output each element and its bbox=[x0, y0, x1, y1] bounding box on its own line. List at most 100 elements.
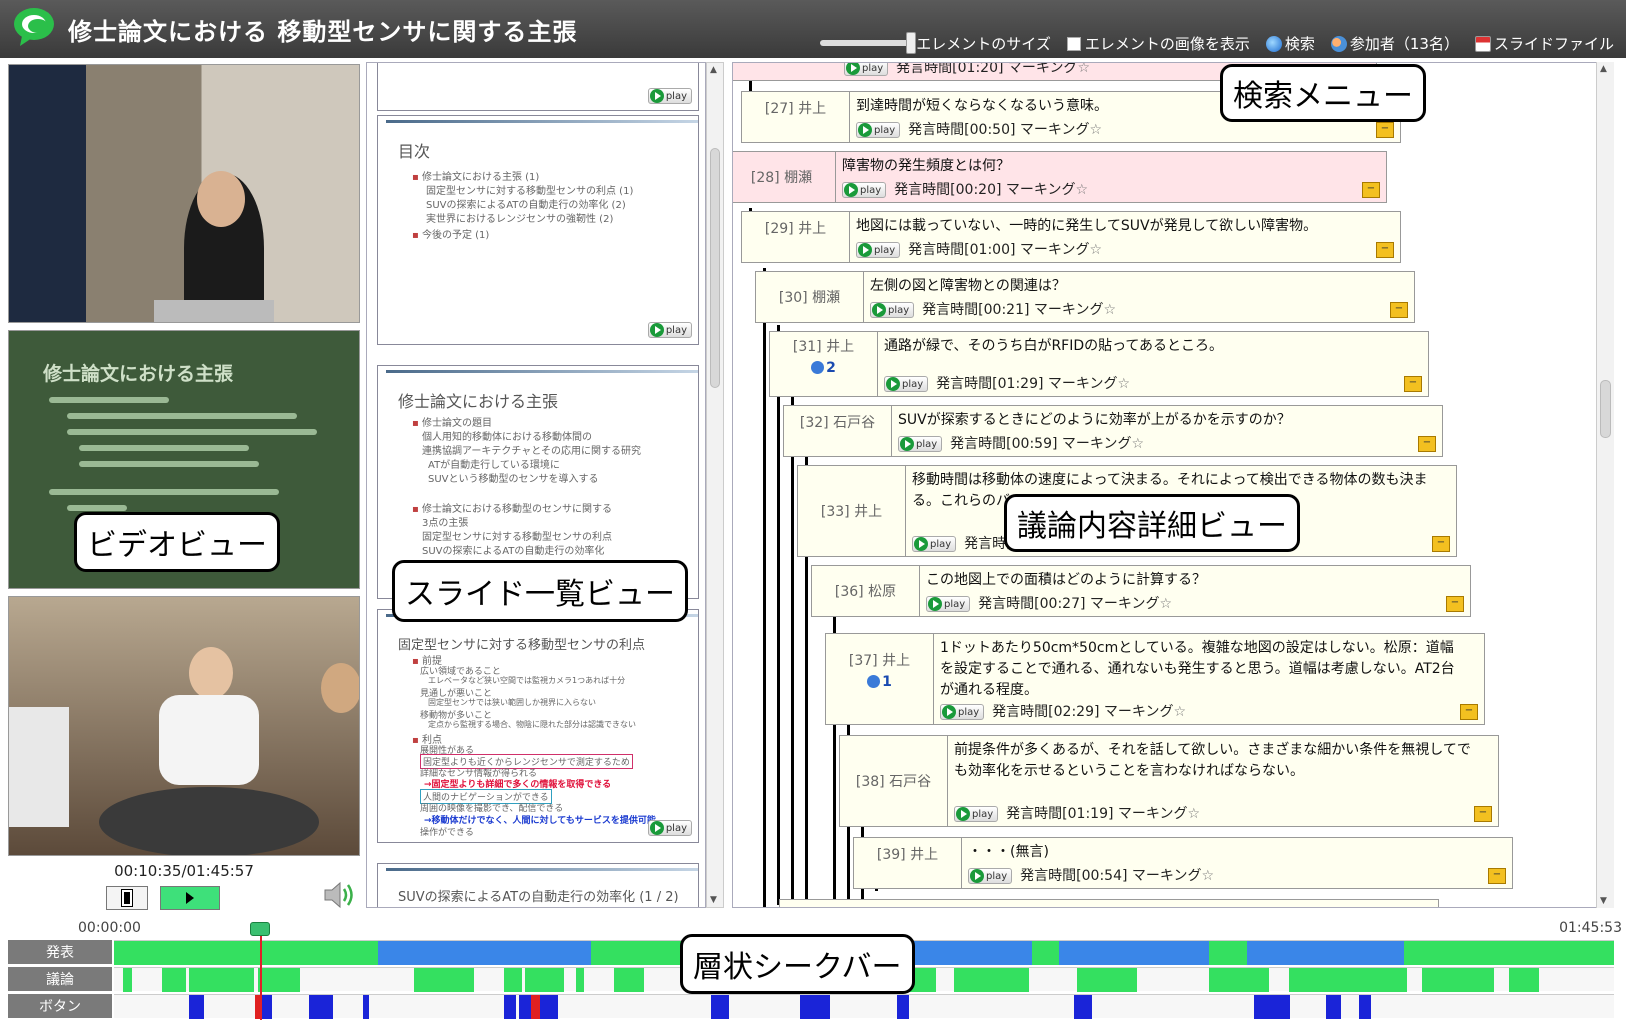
collapse-button[interactable]: − bbox=[1460, 704, 1478, 720]
seek-segment[interactable] bbox=[378, 941, 591, 965]
collapse-button[interactable]: − bbox=[1446, 596, 1464, 612]
star-icon[interactable]: ☆ bbox=[1188, 806, 1201, 822]
scroll-up-icon[interactable]: ▲ bbox=[1600, 64, 1607, 74]
star-icon[interactable]: ☆ bbox=[1118, 376, 1131, 392]
slider-thumb[interactable] bbox=[906, 32, 917, 54]
collapse-button[interactable]: − bbox=[1362, 182, 1380, 198]
collapse-button[interactable]: − bbox=[1474, 806, 1492, 822]
seek-segment[interactable] bbox=[189, 995, 204, 1019]
seek-segment[interactable] bbox=[531, 995, 540, 1019]
star-icon[interactable]: ☆ bbox=[1174, 704, 1187, 720]
entry-play-button[interactable]: play bbox=[912, 536, 957, 552]
slide-thumbnail[interactable]: 目次 修士論文における主張 (1) 固定型センサに対する移動型センサの利点 (1… bbox=[377, 115, 699, 345]
collapse-button[interactable]: − bbox=[1376, 242, 1394, 258]
seek-segment[interactable] bbox=[1422, 968, 1494, 992]
star-icon[interactable]: ☆ bbox=[1090, 242, 1103, 258]
collapse-button[interactable]: − bbox=[1404, 376, 1422, 392]
video-audience[interactable] bbox=[8, 596, 360, 856]
seek-track-button[interactable] bbox=[114, 994, 1614, 1019]
collapse-button[interactable]: − bbox=[1432, 536, 1450, 552]
seek-segment[interactable] bbox=[1032, 941, 1059, 965]
scroll-thumb[interactable] bbox=[1600, 380, 1611, 438]
discussion-entry[interactable]: [30] 棚瀬 左側の図と障害物との関連は？ play 発言時間[00:21] マ… bbox=[755, 271, 1415, 323]
entry-play-button[interactable]: play bbox=[844, 63, 889, 76]
seek-handle-icon[interactable] bbox=[249, 922, 270, 936]
entry-play-button[interactable]: play bbox=[856, 242, 901, 258]
seek-segment[interactable] bbox=[309, 995, 333, 1019]
seek-segment[interactable] bbox=[1059, 941, 1209, 965]
collapse-button[interactable]: − bbox=[1376, 122, 1394, 138]
seek-segment[interactable] bbox=[189, 968, 254, 992]
star-icon[interactable]: ☆ bbox=[1078, 63, 1091, 76]
scroll-down-icon[interactable]: ▼ bbox=[710, 895, 717, 905]
discussion-scrollbar[interactable]: ▲ ▼ bbox=[1596, 62, 1614, 908]
scroll-up-icon[interactable]: ▲ bbox=[710, 65, 717, 75]
seek-segment[interactable] bbox=[1209, 968, 1269, 992]
star-icon[interactable]: ☆ bbox=[1132, 436, 1145, 452]
seek-segment[interactable] bbox=[363, 995, 369, 1019]
collapse-button[interactable]: − bbox=[1488, 868, 1506, 884]
stop-button[interactable] bbox=[106, 886, 148, 910]
entry-play-button[interactable]: play bbox=[898, 436, 943, 452]
seek-segment[interactable] bbox=[1209, 941, 1247, 965]
seek-segment[interactable] bbox=[1288, 968, 1407, 992]
scroll-thumb[interactable] bbox=[710, 148, 720, 388]
seek-segment[interactable] bbox=[897, 995, 909, 1019]
discussion-entry[interactable]: [37] 井上 1 1ドットあたり50cm*50cmとしている。複雑な地図の設定は… bbox=[825, 633, 1485, 725]
seek-segment[interactable] bbox=[711, 995, 729, 1019]
scroll-down-icon[interactable]: ▼ bbox=[1600, 896, 1607, 906]
seek-segment[interactable] bbox=[1246, 941, 1404, 965]
seek-segment[interactable] bbox=[1074, 995, 1092, 1019]
seek-segment[interactable] bbox=[504, 968, 522, 992]
seek-segment[interactable] bbox=[1404, 941, 1614, 965]
slide-file-button[interactable]: スライドファイル bbox=[1474, 33, 1614, 54]
seek-segment[interactable] bbox=[162, 968, 186, 992]
speaker-icon[interactable] bbox=[322, 880, 358, 910]
seek-segment[interactable] bbox=[1077, 968, 1137, 992]
seek-segment[interactable] bbox=[504, 995, 516, 1019]
seek-segment[interactable] bbox=[1509, 968, 1539, 992]
discussion-entry[interactable]: [31] 井上 2 通路が緑で、そのうち白がRFIDの貼ってあるところ。 play… bbox=[769, 331, 1429, 397]
entry-play-button[interactable]: play bbox=[870, 302, 915, 318]
entry-play-button[interactable]: play bbox=[968, 868, 1013, 884]
slide-thumbnail[interactable]: 固定型センサに対する移動型センサの利点 前提 広い領域であること エレベータなど… bbox=[377, 609, 699, 843]
discussion-entry[interactable]: [28] 棚瀬 障害物の発生頻度とは何？ play 発言時間[00:20] マーキ… bbox=[733, 151, 1387, 203]
discussion-entry[interactable]: [29] 井上 地図には載っていない、一時的に発生してSUVが発見して欲しい障害… bbox=[741, 211, 1401, 263]
discussion-entry[interactable]: [32] 石戸谷 SUVが探索するときにどのように効率が上がるかを示すのか？ p… bbox=[783, 405, 1443, 457]
discussion-entry[interactable]: [39] 井上 ・・・(無言) play 発言時間[00:54] マーキング☆ − bbox=[853, 837, 1513, 889]
reply-count[interactable]: 1 bbox=[867, 674, 892, 690]
show-images-toggle[interactable]: エレメントの画像を表示 bbox=[1066, 33, 1250, 54]
seek-segment[interactable] bbox=[613, 968, 644, 992]
entry-play-button[interactable]: play bbox=[940, 704, 985, 720]
star-icon[interactable]: ☆ bbox=[1160, 596, 1173, 612]
star-icon[interactable]: ☆ bbox=[1202, 868, 1215, 884]
element-size-slider[interactable] bbox=[820, 32, 917, 54]
collapse-button[interactable]: − bbox=[1418, 436, 1436, 452]
slide-thumbnail[interactable]: SUVの探索によるATの自動走行の効率化 (1 / 2) bbox=[377, 863, 699, 907]
entry-play-button[interactable]: play bbox=[926, 596, 971, 612]
slide-list-scrollbar[interactable]: ▲ ▼ bbox=[706, 62, 724, 908]
discussion-entry[interactable] bbox=[779, 899, 1439, 907]
discussion-entry[interactable]: [36] 松原 この地図上での面積はどのように計算する？ play 発言時間[00… bbox=[811, 565, 1471, 617]
search-button[interactable]: 検索 bbox=[1265, 33, 1315, 54]
seek-segment[interactable] bbox=[414, 968, 474, 992]
seek-segment[interactable] bbox=[954, 968, 1029, 992]
seek-segment[interactable] bbox=[123, 968, 132, 992]
slide-play-button[interactable]: play bbox=[647, 88, 692, 104]
star-icon[interactable]: ☆ bbox=[1104, 302, 1117, 318]
slide-thumbnail[interactable]: play bbox=[377, 63, 699, 111]
play-button[interactable] bbox=[160, 886, 220, 910]
reply-count[interactable]: 2 bbox=[811, 360, 836, 376]
seek-segment[interactable] bbox=[799, 995, 830, 1019]
show-images-checkbox[interactable] bbox=[1066, 37, 1081, 51]
slide-play-button[interactable]: play bbox=[647, 322, 692, 338]
seek-segment[interactable] bbox=[1359, 995, 1371, 1019]
slide-play-button[interactable]: play bbox=[647, 820, 692, 836]
seek-segment[interactable] bbox=[576, 968, 584, 992]
discussion-entry[interactable]: [38] 石戸谷 前提条件が多くあるが、それを話して欲しい。さまざまな細かい条件… bbox=[839, 735, 1499, 827]
collapse-button[interactable]: − bbox=[1390, 302, 1408, 318]
seek-segment[interactable] bbox=[258, 968, 300, 992]
entry-play-button[interactable]: play bbox=[954, 806, 999, 822]
entry-play-button[interactable]: play bbox=[856, 122, 901, 138]
star-icon[interactable]: ☆ bbox=[1076, 182, 1089, 198]
